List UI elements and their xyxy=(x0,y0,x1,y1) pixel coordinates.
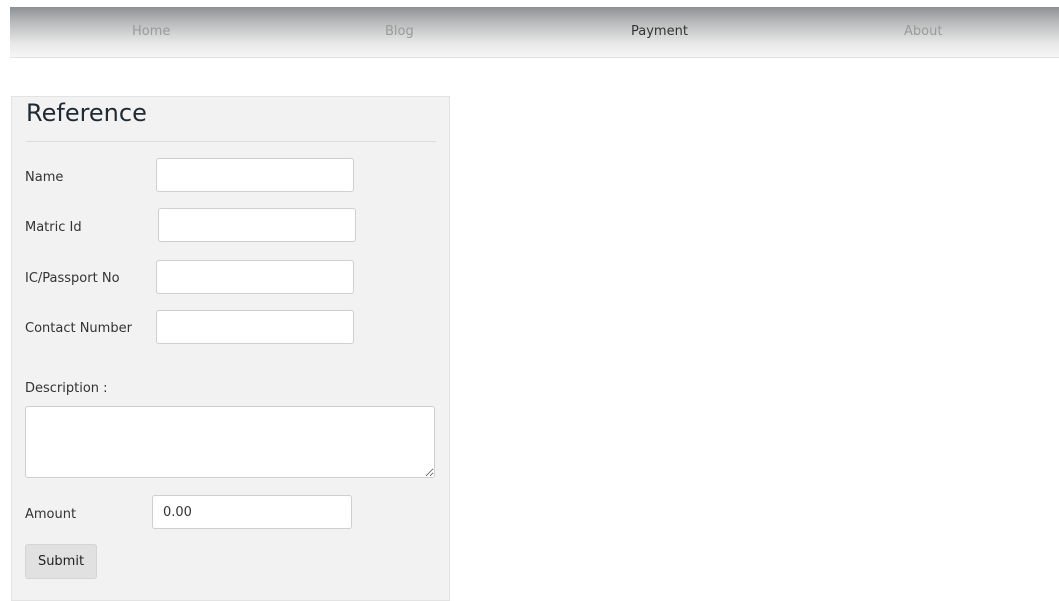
amount-input[interactable] xyxy=(152,495,352,529)
nav-about[interactable]: About xyxy=(904,24,942,39)
reference-form-panel: Reference Name Matric Id IC/Passport No … xyxy=(11,96,450,601)
nav-payment[interactable]: Payment xyxy=(631,24,688,39)
contact-number-label: Contact Number xyxy=(25,321,132,336)
ic-passport-input[interactable] xyxy=(156,260,354,294)
top-navbar: Home Blog Payment About xyxy=(10,7,1059,58)
title-divider xyxy=(26,141,436,142)
form-title: Reference xyxy=(26,99,147,127)
description-textarea[interactable] xyxy=(25,406,435,478)
nav-blog[interactable]: Blog xyxy=(385,24,414,39)
nav-home[interactable]: Home xyxy=(132,24,170,39)
submit-button[interactable]: Submit xyxy=(25,544,97,579)
matric-id-input[interactable] xyxy=(158,208,356,242)
description-label: Description : xyxy=(25,381,108,396)
matric-id-label: Matric Id xyxy=(25,220,82,235)
name-label: Name xyxy=(25,170,64,185)
contact-number-input[interactable] xyxy=(156,310,354,344)
name-input[interactable] xyxy=(156,158,354,192)
ic-passport-label: IC/Passport No xyxy=(25,271,120,286)
amount-label: Amount xyxy=(25,507,77,522)
